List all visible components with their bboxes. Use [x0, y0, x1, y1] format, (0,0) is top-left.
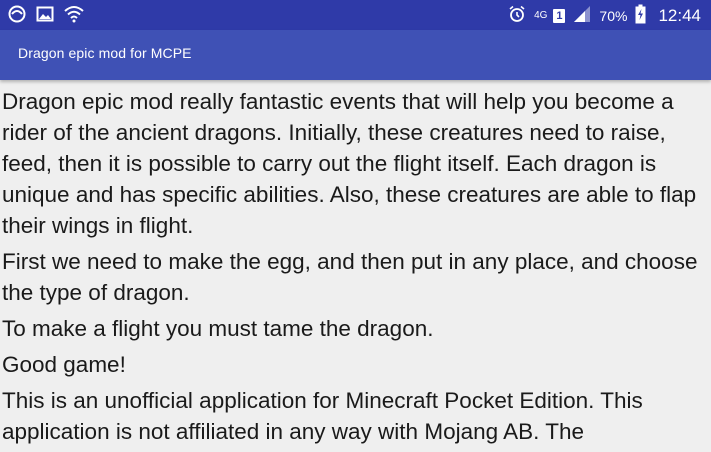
app-title: Dragon epic mod for MCPE: [18, 45, 192, 61]
battery-charging-icon: [635, 4, 646, 27]
app-bar: Dragon epic mod for MCPE: [0, 30, 711, 80]
status-left-icons: [8, 5, 84, 28]
alarm-icon: [508, 5, 526, 26]
clock-time: 12:44: [658, 5, 701, 25]
browser-icon: [8, 5, 26, 28]
description-paragraph: Dragon epic mod really fantastic events …: [2, 89, 697, 238]
description-content: Dragon epic mod really fantastic events …: [0, 86, 711, 452]
wifi-icon: [64, 5, 84, 28]
network-type-label: 4G: [534, 9, 548, 21]
status-right-icons: 4G 1 70% 12:44: [508, 4, 701, 27]
description-paragraph: To make a flight you must tame the drago…: [2, 316, 434, 341]
sim-slot-badge: 1: [553, 8, 566, 23]
status-bar: 4G 1 70% 12:44: [0, 0, 711, 30]
signal-icon: [573, 5, 591, 26]
description-paragraph: This is an unofficial application for Mi…: [2, 388, 643, 444]
description-paragraph: Good game!: [2, 352, 126, 377]
gallery-icon: [36, 5, 54, 28]
battery-percent: 70%: [599, 7, 628, 24]
description-paragraph: First we need to make the egg, and then …: [2, 249, 698, 305]
